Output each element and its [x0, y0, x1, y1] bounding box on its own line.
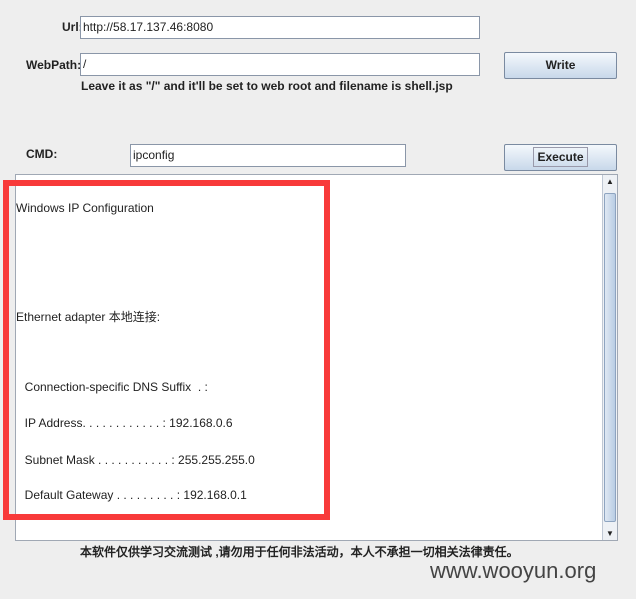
- watermark-text: www.wooyun.org: [430, 558, 597, 583]
- cmd-input[interactable]: ipconfig: [130, 144, 406, 167]
- webpath-hint: Leave it as "/" and it'll be set to web …: [81, 79, 453, 93]
- scrollbar-thumb[interactable]: [604, 193, 616, 522]
- url-input[interactable]: http://58.17.137.46:8080: [80, 16, 480, 39]
- execute-button[interactable]: Execute: [504, 144, 617, 171]
- write-button[interactable]: Write: [504, 52, 617, 79]
- webpath-input[interactable]: /: [80, 53, 480, 76]
- vertical-scrollbar[interactable]: ▲ ▼: [602, 175, 617, 540]
- scroll-down-arrow-icon[interactable]: ▼: [606, 529, 614, 538]
- scroll-up-arrow-icon[interactable]: ▲: [606, 177, 614, 186]
- cmd-label: CMD:: [26, 147, 58, 161]
- execute-label: Execute: [533, 147, 588, 167]
- highlight-box: [3, 180, 330, 520]
- webpath-label: WebPath:: [26, 58, 82, 72]
